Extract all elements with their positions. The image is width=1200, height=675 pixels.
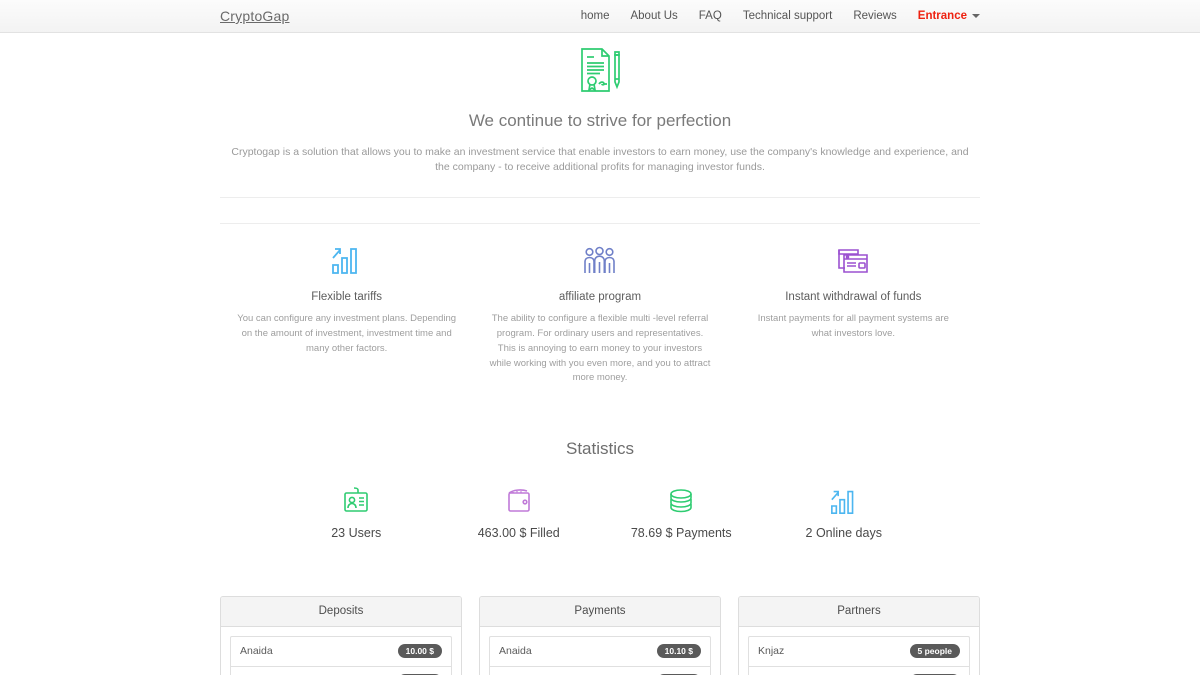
feature-text: The ability to configure a flexible mult… xyxy=(489,313,711,384)
nav-link-about-us[interactable]: About Us xyxy=(630,10,677,22)
nav-link-home[interactable]: home xyxy=(581,10,610,22)
nav-link-faq[interactable]: FAQ xyxy=(699,10,722,22)
list-item[interactable]: Anaida 10.10 $ xyxy=(490,637,710,668)
id-badge-icon xyxy=(275,486,438,516)
list-item[interactable]: maksfam 30.30 $ xyxy=(490,667,710,675)
bar-chart-growth-icon xyxy=(763,486,926,516)
wallet-icon xyxy=(438,486,601,516)
panel-partners: Partners Knjaz 5 people PTChyip 1 people… xyxy=(738,596,980,675)
feature-text: You can configure any investment plans. … xyxy=(237,313,457,354)
list-item[interactable]: PTChyip 1 people xyxy=(749,667,969,675)
coins-stack-icon xyxy=(600,486,763,516)
hero-section: We continue to strive for perfection Cry… xyxy=(220,33,980,225)
nav-link-technical-support[interactable]: Technical support xyxy=(743,10,833,22)
features-section: Flexible tariffs You can configure any i… xyxy=(220,224,980,386)
panel-title: Partners xyxy=(739,597,979,628)
nav-links: home About Us FAQ Technical support Revi… xyxy=(581,10,980,22)
feature-text: Instant payments for all payment systems… xyxy=(757,313,949,340)
page-title: We continue to strive for perfection xyxy=(468,111,732,130)
navbar-inner: CryptoGap home About Us FAQ Technical su… xyxy=(220,8,980,24)
nav-link-reviews[interactable]: Reviews xyxy=(853,10,896,22)
divider-top xyxy=(220,197,980,199)
page-container: We continue to strive for perfection Cry… xyxy=(220,33,980,675)
list-item[interactable]: Anaida 10.00 $ xyxy=(231,637,451,668)
row-name: Knjaz xyxy=(758,645,785,658)
nav-link-entrance[interactable]: Entrance xyxy=(918,10,967,22)
feature-title: Flexible tariffs xyxy=(311,291,383,304)
bar-chart-growth-icon xyxy=(232,243,461,277)
panel-title: Payments xyxy=(480,597,720,628)
statistics-title: Statistics xyxy=(565,439,635,459)
panel-title: Deposits xyxy=(221,597,461,628)
top-navbar: CryptoGap home About Us FAQ Technical su… xyxy=(0,0,1200,33)
statistics-section: 23 Users 463.00 $ Filled 78.69 $ Payment… xyxy=(220,486,980,540)
stat-online-days: 2 Online days xyxy=(763,486,926,540)
status-badge: 10.10 $ xyxy=(656,644,701,659)
status-badge: 10.00 $ xyxy=(397,644,442,659)
panel-payments: Payments Anaida 10.10 $ maksfam 30.30 $ … xyxy=(479,596,721,675)
stat-label: 2 Online days xyxy=(805,526,882,541)
panel-body: Anaida 10.10 $ maksfam 30.30 $ sqmonitor… xyxy=(480,627,720,675)
stat-payments: 78.69 $ Payments xyxy=(600,486,763,540)
credit-card-wallet-icon xyxy=(739,243,968,277)
row-name: Anaida xyxy=(240,645,273,658)
brand-logo[interactable]: CryptoGap xyxy=(220,8,290,24)
stat-label: 78.69 $ Payments xyxy=(630,526,732,541)
hero-description: Cryptogap is a solution that allows you … xyxy=(231,146,969,174)
feature-instant-withdrawal: Instant withdrawal of funds Instant paym… xyxy=(727,243,980,386)
feature-title: affiliate program xyxy=(558,291,642,304)
feature-title: Instant withdrawal of funds xyxy=(785,291,922,304)
stat-label: 23 Users xyxy=(331,526,382,541)
certificate-document-pen-icon xyxy=(220,46,980,94)
feature-affiliate-program: affiliate program The ability to configu… xyxy=(473,243,726,386)
panel-body: Anaida 10.00 $ maksfam 30.00 $ Cravolit … xyxy=(221,627,461,675)
panel-list: Anaida 10.00 $ maksfam 30.00 $ Cravolit … xyxy=(230,636,452,675)
panel-deposits: Deposits Anaida 10.00 $ maksfam 30.00 $ … xyxy=(220,596,462,675)
three-people-icon xyxy=(485,243,714,277)
nav-entrance-dropdown[interactable]: Entrance xyxy=(918,10,980,22)
stat-users: 23 Users xyxy=(275,486,438,540)
status-badge: 5 people xyxy=(909,644,960,659)
feature-flexible-tariffs: Flexible tariffs You can configure any i… xyxy=(220,243,473,386)
chevron-down-icon xyxy=(972,14,980,18)
list-item[interactable]: maksfam 30.00 $ xyxy=(231,667,451,675)
panel-list: Knjaz 5 people PTChyip 1 people investor… xyxy=(748,636,970,675)
panel-list: Anaida 10.10 $ maksfam 30.30 $ sqmonitor… xyxy=(489,636,711,675)
panels-section: Deposits Anaida 10.00 $ maksfam 30.00 $ … xyxy=(220,596,980,675)
list-item[interactable]: Knjaz 5 people xyxy=(749,637,969,668)
stat-label: 463.00 $ Filled xyxy=(477,526,560,541)
row-name: Anaida xyxy=(499,645,532,658)
panel-body: Knjaz 5 people PTChyip 1 people investor… xyxy=(739,627,979,675)
stat-filled: 463.00 $ Filled xyxy=(438,486,601,540)
